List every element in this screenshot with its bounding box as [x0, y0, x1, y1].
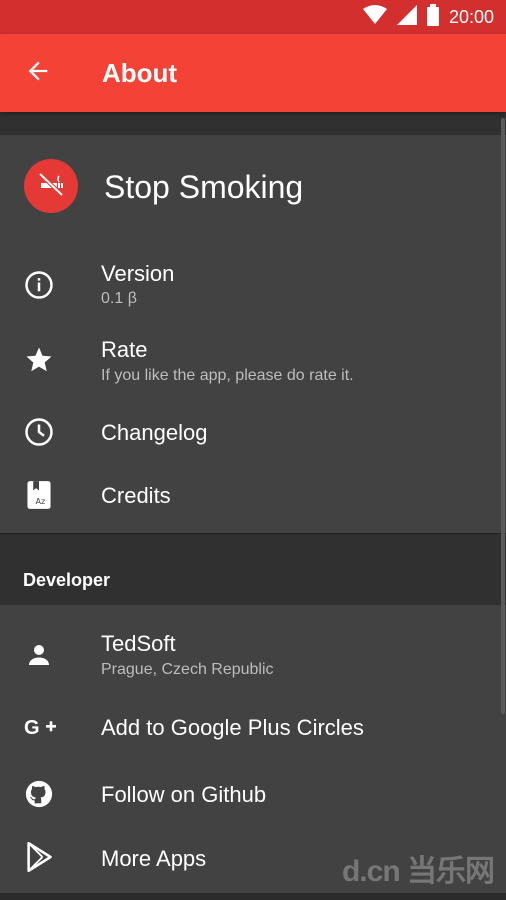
developer-row[interactable]: TedSoft Prague, Czech Republic — [0, 619, 506, 689]
watermark: d.cn 当乐网 — [341, 855, 495, 888]
bottom-edge — [0, 893, 506, 900]
developer-section-header: Developer — [0, 533, 506, 606]
more-apps-title: More Apps — [101, 846, 207, 871]
scrollbar[interactable] — [501, 118, 505, 714]
page-title: About — [102, 58, 178, 88]
battery-icon — [426, 3, 439, 31]
developer-name: TedSoft — [101, 631, 176, 656]
app-info-card: Stop Smoking Version 0.1 β Rate If you l… — [0, 135, 506, 533]
rate-row[interactable]: Rate If you like the app, please do rate… — [0, 327, 506, 393]
clock-icon — [23, 416, 55, 448]
person-icon — [23, 639, 55, 671]
google-plus-title: Add to Google Plus Circles — [101, 715, 364, 740]
section-title: Developer — [23, 570, 111, 590]
changelog-row[interactable]: Changelog — [0, 405, 506, 459]
app-name: Stop Smoking — [104, 169, 304, 205]
github-row[interactable]: Follow on Github — [0, 767, 506, 821]
version-title: Version — [101, 261, 175, 286]
github-title: Follow on Github — [101, 782, 267, 807]
changelog-title: Changelog — [101, 420, 208, 445]
signal-icon — [396, 4, 417, 30]
version-value: 0.1 β — [101, 290, 137, 307]
wifi-icon — [362, 4, 387, 30]
status-bar: 20:00 — [0, 0, 506, 34]
back-button[interactable] — [14, 51, 62, 95]
status-icons: 20:00 — [362, 0, 494, 34]
credits-title: Credits — [101, 483, 171, 508]
status-time: 20:00 — [448, 6, 494, 27]
rate-title: Rate — [101, 337, 148, 362]
app-header-row: Stop Smoking — [0, 135, 506, 239]
arrow-back-icon — [24, 57, 52, 90]
top-spacer — [0, 112, 506, 135]
developer-location: Prague, Czech Republic — [101, 661, 274, 678]
play-store-icon — [23, 841, 55, 873]
app-bar: About — [0, 34, 506, 112]
github-icon — [23, 778, 55, 810]
credits-icon: Az — [23, 479, 55, 511]
svg-text:G: G — [24, 717, 40, 738]
rate-subtitle: If you like the app, please do rate it. — [101, 367, 354, 384]
info-icon — [23, 269, 55, 301]
credits-row[interactable]: Az Credits — [0, 468, 506, 522]
star-icon — [23, 344, 55, 376]
google-plus-icon: G — [23, 711, 59, 743]
google-plus-row[interactable]: G Add to Google Plus Circles — [0, 701, 506, 753]
svg-text:Az: Az — [36, 497, 46, 506]
no-smoking-icon — [35, 168, 67, 205]
version-row[interactable]: Version 0.1 β — [0, 251, 506, 315]
app-logo — [24, 159, 78, 213]
